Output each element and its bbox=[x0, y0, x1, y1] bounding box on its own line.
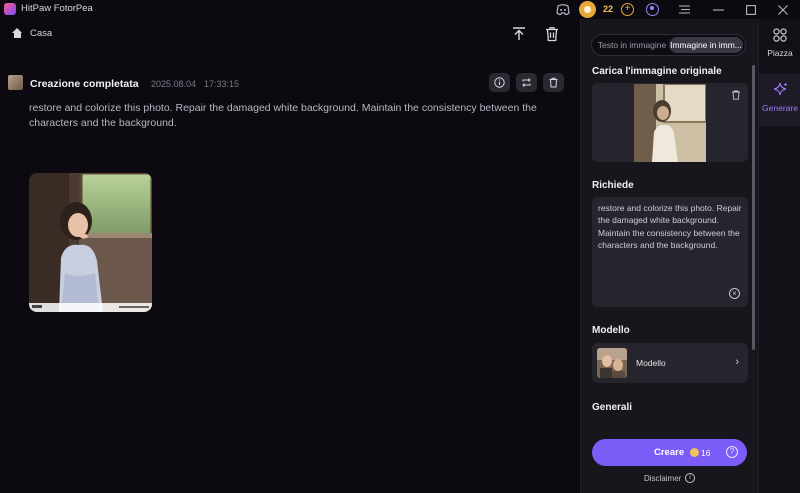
tab-text-to-image[interactable]: Testo in immagine bbox=[595, 37, 669, 53]
clear-prompt-icon[interactable]: × bbox=[729, 288, 740, 299]
side-rail: Piazza Generare bbox=[758, 19, 800, 493]
prompt-input-text[interactable]: restore and colorize this photo. Repair … bbox=[598, 202, 744, 251]
repeat-icon bbox=[522, 78, 531, 87]
mode-tabs: Testo in immagine Immagine in imm... bbox=[591, 34, 746, 56]
settings-panel: Testo in immagine Immagine in imm... Car… bbox=[580, 19, 758, 493]
app-logo bbox=[4, 3, 16, 15]
original-image bbox=[634, 84, 706, 162]
source-thumbnail bbox=[8, 75, 23, 90]
maximize-icon[interactable] bbox=[743, 2, 758, 17]
create-cost: 16 bbox=[701, 448, 711, 458]
app-title: HitPaw FotorPea bbox=[21, 3, 93, 14]
generation-date: 2025.08.04 bbox=[151, 79, 197, 89]
chevron-right-icon: › bbox=[735, 356, 739, 368]
model-selector[interactable]: Modello › bbox=[592, 343, 748, 383]
breadcrumb[interactable]: Casa bbox=[12, 28, 52, 39]
coin-icon[interactable] bbox=[579, 1, 596, 18]
tab-image-to-image[interactable]: Immagine in imm... bbox=[669, 37, 743, 53]
close-icon[interactable] bbox=[775, 2, 790, 17]
model-name: Modello bbox=[636, 358, 666, 368]
coin-icon bbox=[690, 448, 699, 457]
disclaimer-info-icon[interactable]: i bbox=[685, 473, 695, 483]
sparkle-icon bbox=[773, 82, 787, 96]
help-icon[interactable]: ? bbox=[726, 446, 738, 458]
generation-time: 17:33:15 bbox=[204, 79, 240, 89]
home-icon bbox=[12, 28, 23, 39]
prompt-section-title: Richiede bbox=[592, 180, 634, 191]
delete-entry-button[interactable] bbox=[543, 73, 564, 92]
generation-status-title: Creazione completata bbox=[30, 78, 139, 90]
info-icon bbox=[494, 77, 505, 88]
model-thumbnail bbox=[597, 348, 627, 378]
credit-count: 22 bbox=[603, 4, 614, 14]
breadcrumb-home-label: Casa bbox=[30, 28, 53, 39]
title-bar: HitPaw FotorPea 22 + bbox=[0, 0, 800, 19]
generation-prompt: restore and colorize this photo. Repair … bbox=[29, 102, 537, 129]
trash-icon bbox=[549, 77, 558, 88]
panel-scrollbar[interactable] bbox=[752, 65, 755, 350]
create-button[interactable]: Creare 16 ? bbox=[592, 439, 747, 466]
rail-item-piazza[interactable]: Piazza bbox=[759, 19, 800, 71]
rail-item-generare[interactable]: Generare bbox=[759, 74, 800, 126]
delete-all-icon[interactable] bbox=[544, 26, 560, 42]
create-button-label: Creare bbox=[654, 447, 685, 458]
rail-label-generare: Generare bbox=[762, 103, 798, 113]
menu-icon[interactable] bbox=[677, 2, 692, 17]
rail-label-piazza: Piazza bbox=[767, 48, 793, 58]
upload-section-title: Carica l'immagine originale bbox=[592, 66, 722, 77]
result-image[interactable] bbox=[29, 173, 152, 312]
discord-icon[interactable] bbox=[555, 2, 570, 17]
grid-icon bbox=[773, 28, 787, 42]
info-button[interactable] bbox=[489, 73, 510, 92]
prompt-input[interactable]: restore and colorize this photo. Repair … bbox=[592, 197, 748, 307]
disclaimer-link[interactable]: Disclaimer bbox=[644, 474, 681, 483]
export-icon[interactable] bbox=[511, 26, 527, 42]
upload-dropzone[interactable] bbox=[592, 83, 748, 162]
general-section-title: Generali bbox=[592, 402, 633, 413]
regenerate-button[interactable] bbox=[516, 73, 537, 92]
remove-image-icon[interactable] bbox=[731, 90, 741, 100]
minimize-icon[interactable] bbox=[711, 2, 726, 17]
user-avatar-icon[interactable] bbox=[646, 3, 659, 16]
add-credits-icon[interactable]: + bbox=[621, 3, 634, 16]
main-content: Casa Creazione completata 2025.08.04 17:… bbox=[0, 19, 580, 493]
model-section-title: Modello bbox=[592, 325, 630, 336]
